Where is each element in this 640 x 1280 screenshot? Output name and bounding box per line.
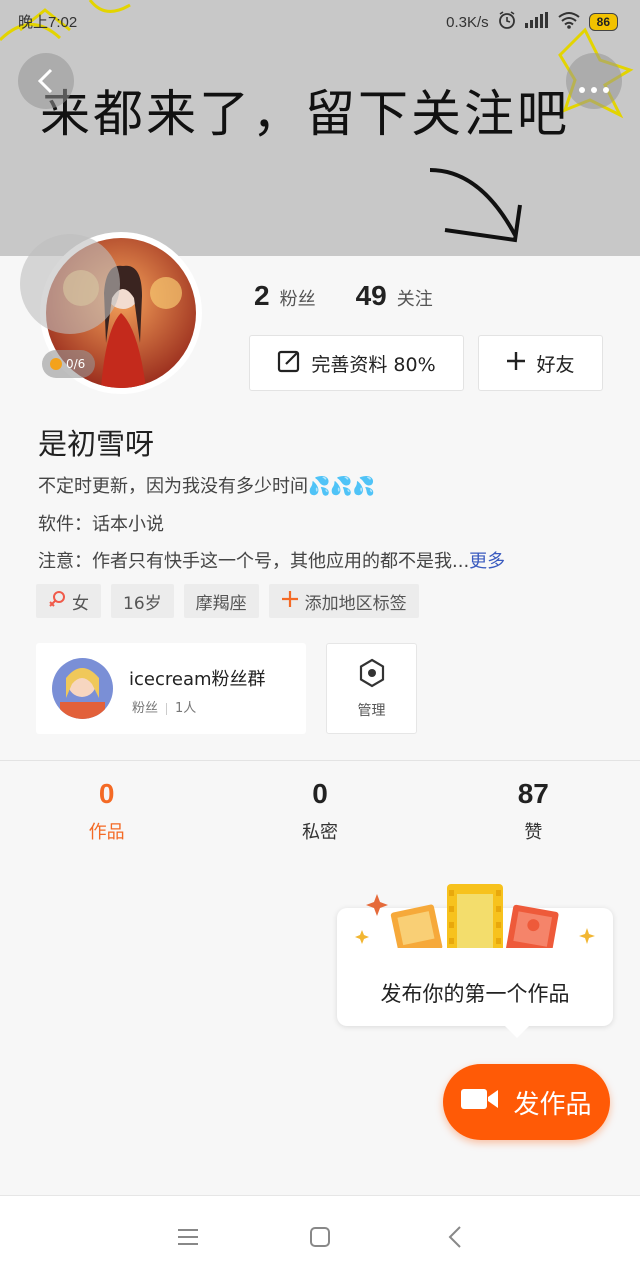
status-time: 晚上7:02 [18, 14, 78, 31]
tag-add-location-label: 添加地区标签 [304, 593, 407, 614]
status-icons: 0.3K/s 86 [446, 10, 618, 34]
chevron-left-icon [447, 1225, 463, 1253]
section-divider [0, 760, 640, 761]
bio-more-link[interactable]: 更多 [469, 551, 505, 572]
add-friend-label: 好友 [536, 353, 575, 376]
add-friend-button[interactable]: 好友 [478, 335, 603, 391]
tag-add-location[interactable]: 添加地区标签 [268, 584, 419, 618]
fan-group-card[interactable]: icecream粉丝群 粉丝 1人 [36, 643, 306, 734]
tab-likes-label: 赞 [524, 822, 543, 843]
back-nav-button[interactable] [440, 1224, 470, 1254]
square-icon [309, 1226, 331, 1252]
menu-icon [177, 1227, 199, 1251]
publish-label: 发作品 [513, 1089, 592, 1120]
video-camera-icon [461, 1086, 499, 1119]
avatar-badge-text: 0/6 [66, 357, 86, 371]
tag-zodiac[interactable]: 摩羯座 [183, 584, 259, 618]
fan-group-meta: 粉丝 1人 [132, 697, 196, 716]
fan-group-name: icecream粉丝群 [129, 669, 266, 690]
tab-private-label: 私密 [301, 822, 338, 843]
more-dots-icon [578, 78, 610, 97]
plus-icon [281, 590, 299, 613]
complete-profile-button[interactable]: 完善资料 80% [249, 335, 464, 391]
avatar-overlay [20, 234, 120, 334]
fan-group-member-count: 1人 [175, 701, 197, 716]
cover-caption: 来都来了，留下关注吧 [40, 85, 570, 143]
tab-works[interactable]: 0 作品 [0, 778, 213, 844]
alarm-icon [497, 10, 517, 34]
menu-nav-button[interactable] [173, 1224, 203, 1254]
tab-private-count: 0 [312, 778, 328, 809]
more-button[interactable] [566, 53, 622, 109]
fan-group-meta-label: 粉丝 [132, 701, 159, 716]
tab-likes-count: 87 [517, 778, 549, 809]
manage-label: 管理 [357, 702, 386, 719]
tab-likes[interactable]: 87 赞 [427, 778, 640, 844]
first-work-tip-text: 发布你的第一个作品 [380, 982, 570, 1006]
net-speed: 0.3K/s [446, 13, 489, 31]
follow-label[interactable]: 关注 [397, 285, 433, 311]
bio-line-3: 注意：作者只有快手这一个号，其他应用的都不是我...更多 [38, 547, 608, 573]
profile-stats: 2 粉丝 49 关注 [254, 280, 433, 312]
chevron-left-icon [34, 67, 56, 99]
status-bar: 晚上7:02 0.3K/s 86 [0, 0, 640, 40]
publish-button[interactable]: 发作品 [443, 1064, 610, 1140]
back-button[interactable] [18, 53, 74, 109]
wifi-icon [557, 11, 581, 33]
avatar-badge[interactable]: 0/6 [42, 350, 96, 378]
manage-button[interactable]: 管理 [326, 643, 417, 734]
tag-age[interactable]: 16岁 [111, 584, 174, 618]
fans-label[interactable]: 粉丝 [280, 285, 316, 311]
profile-name: 是初雪呀 [38, 427, 155, 461]
profile-tags: 女 16岁 摩羯座 添加地区标签 [36, 584, 419, 618]
signal-icon [524, 12, 549, 32]
home-nav-button[interactable] [305, 1224, 335, 1254]
content-tabs: 0 作品 0 私密 87 赞 [0, 778, 640, 844]
fans-count[interactable]: 2 [254, 280, 270, 312]
plus-icon [506, 351, 526, 376]
bio-line-1: 不定时更新，因为我没有多少时间💦💦💦 [38, 476, 376, 497]
first-work-tip: 发布你的第一个作品 [337, 884, 613, 1038]
fan-group-avatar [52, 658, 113, 719]
battery-icon: 86 [588, 13, 618, 31]
complete-profile-label: 完善资料 80% [311, 353, 436, 376]
system-nav-bar [0, 1195, 640, 1280]
female-icon [48, 590, 66, 613]
tab-works-label: 作品 [88, 822, 125, 843]
tab-works-count: 0 [98, 778, 115, 809]
media-illustration-icon [355, 884, 595, 948]
badge-dot-icon [50, 358, 62, 370]
bio-line-2: 软件：话本小说 [38, 514, 164, 535]
tag-gender[interactable]: 女 [36, 584, 101, 618]
follow-count[interactable]: 49 [356, 280, 387, 312]
tag-gender-label: 女 [72, 593, 89, 614]
gear-icon [357, 658, 387, 692]
tab-private[interactable]: 0 私密 [213, 778, 426, 844]
bio-line-3-text: 注意：作者只有快手这一个号，其他应用的都不是我... [38, 551, 470, 572]
edit-icon [277, 349, 301, 378]
